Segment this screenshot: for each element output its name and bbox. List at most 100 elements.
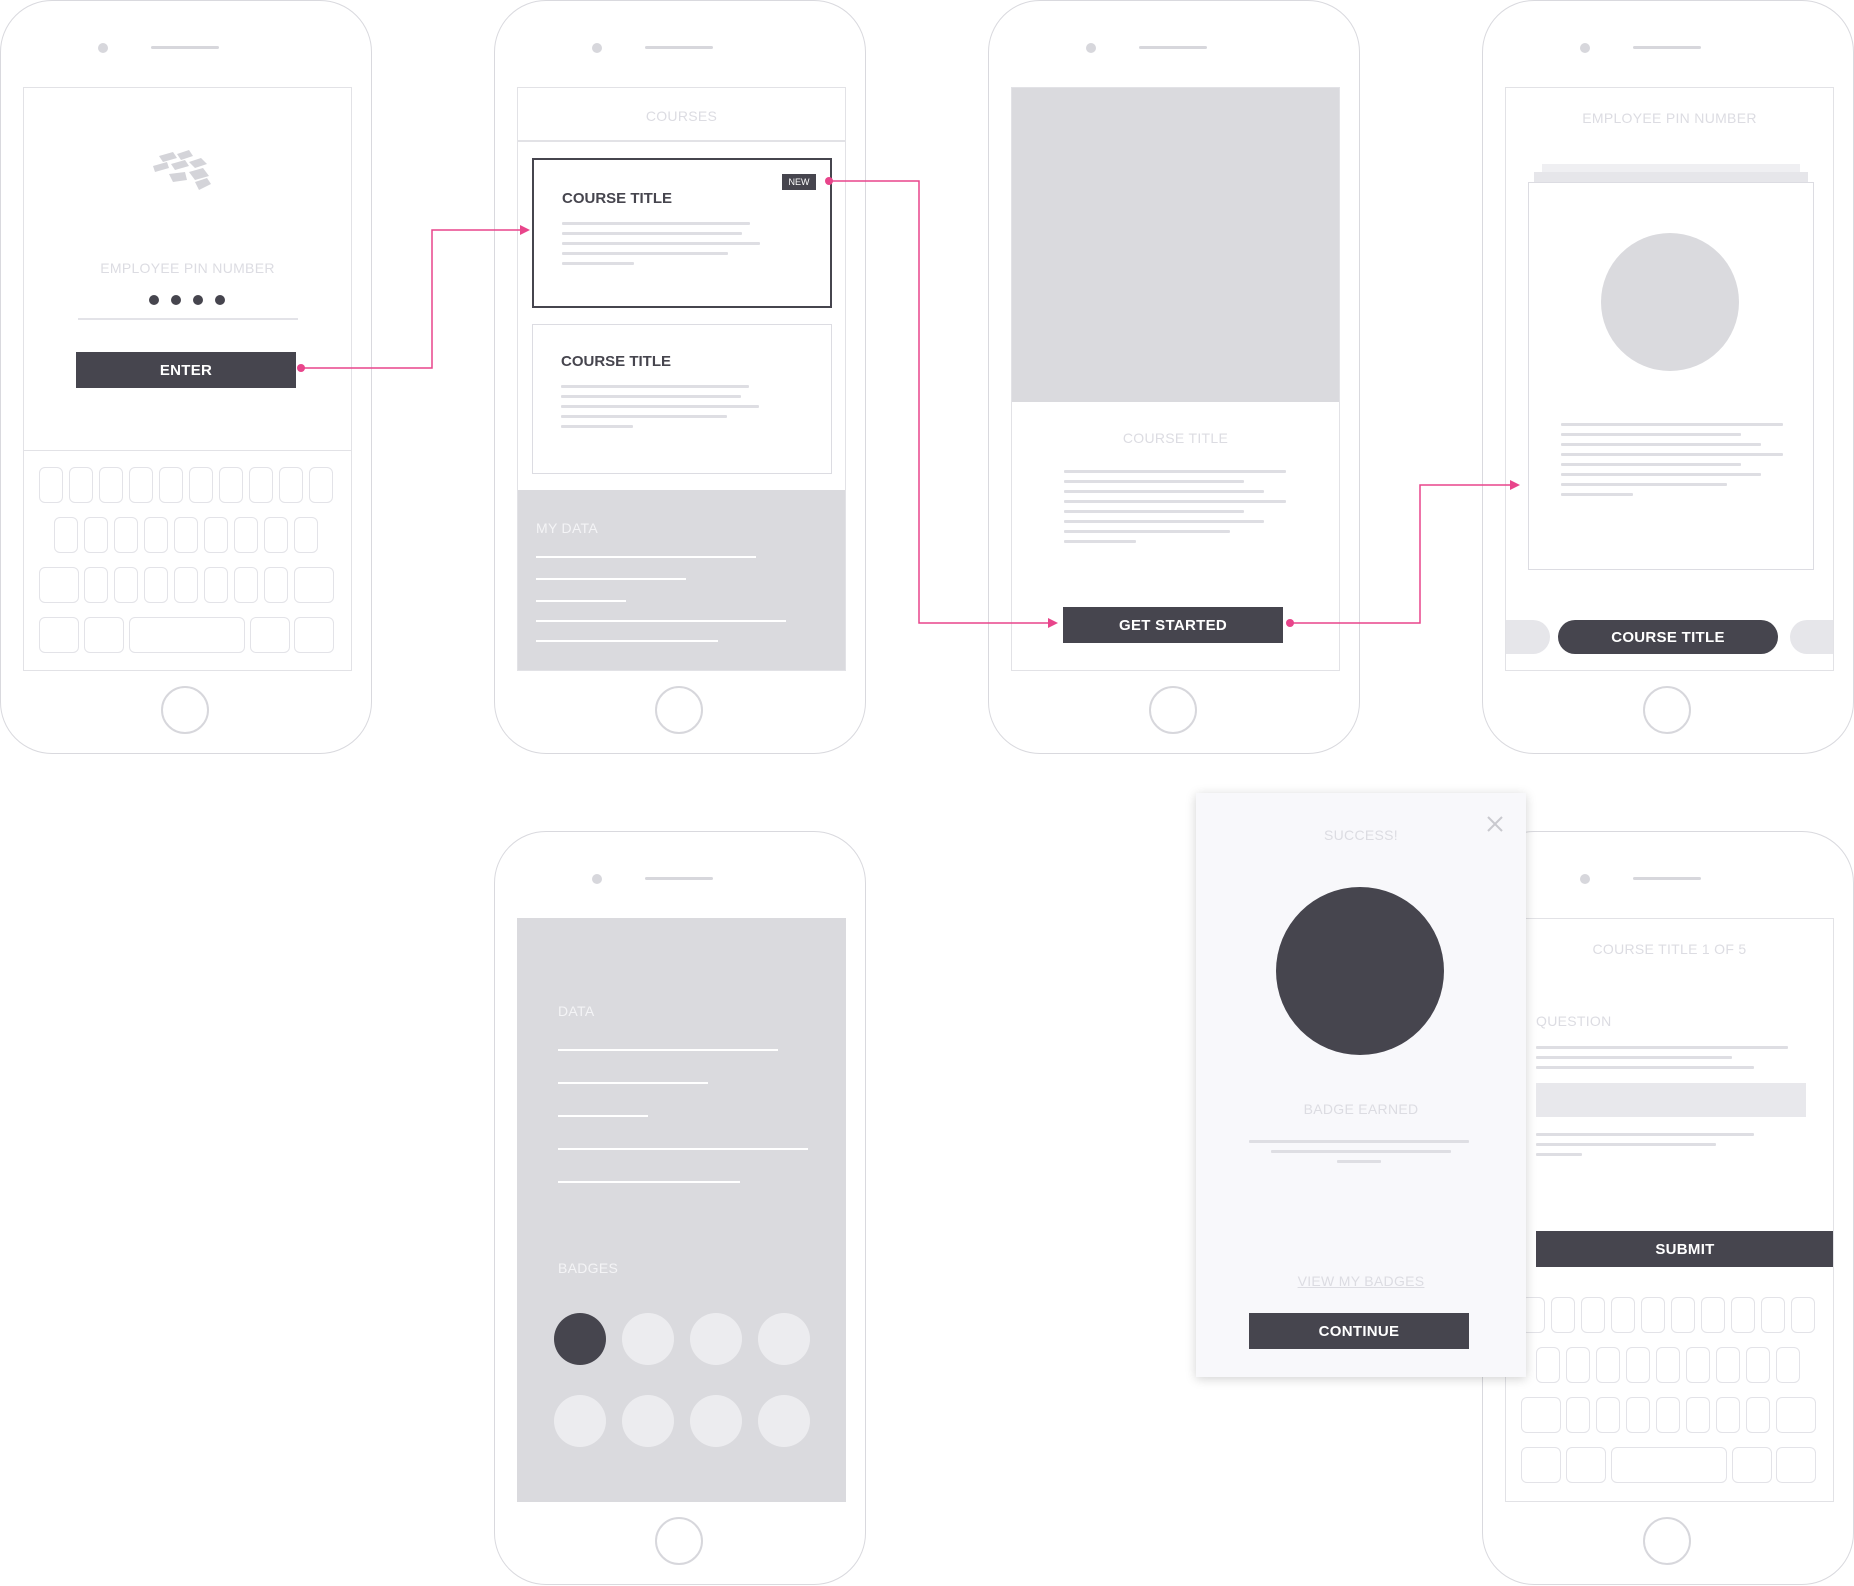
text-placeholder-line: [561, 395, 741, 398]
keyboard-key[interactable]: [114, 567, 138, 603]
keyboard-key[interactable]: [1776, 1347, 1800, 1383]
badge-locked[interactable]: [758, 1313, 810, 1365]
keyboard-key[interactable]: [1626, 1397, 1650, 1433]
home-button[interactable]: [1643, 1517, 1691, 1565]
keyboard-key[interactable]: [250, 617, 290, 653]
keyboard[interactable]: [24, 450, 351, 670]
keyboard-key[interactable]: [1791, 1297, 1815, 1333]
keyboard-key[interactable]: [99, 467, 123, 503]
keyboard-key[interactable]: [1566, 1447, 1606, 1483]
keyboard-key[interactable]: [1776, 1447, 1816, 1483]
prev-course-pill[interactable]: [1506, 620, 1550, 654]
keyboard-key[interactable]: [174, 517, 198, 553]
home-button[interactable]: [655, 686, 703, 734]
keyboard-key[interactable]: [1656, 1347, 1680, 1383]
keyboard-key[interactable]: [54, 517, 78, 553]
quiz-screen: COURSE TITLE 1 OF 5 QUESTION SUBMIT: [1505, 918, 1834, 1502]
keyboard-key[interactable]: [84, 567, 108, 603]
course-card[interactable]: NEW COURSE TITLE: [532, 158, 832, 308]
keyboard-key[interactable]: [1686, 1347, 1710, 1383]
keyboard-key[interactable]: [1641, 1297, 1665, 1333]
keyboard-key[interactable]: [1566, 1347, 1590, 1383]
home-button[interactable]: [1149, 686, 1197, 734]
pin-input-underline[interactable]: [78, 318, 298, 320]
keyboard-key[interactable]: [1611, 1447, 1727, 1483]
badge-locked[interactable]: [690, 1395, 742, 1447]
badge-image: [1276, 887, 1444, 1055]
keyboard-key[interactable]: [1732, 1447, 1772, 1483]
keyboard-key[interactable]: [1626, 1347, 1650, 1383]
keyboard-key[interactable]: [69, 467, 93, 503]
badge-locked[interactable]: [758, 1395, 810, 1447]
keyboard-key[interactable]: [264, 517, 288, 553]
badge-locked[interactable]: [690, 1313, 742, 1365]
keyboard-key[interactable]: [1701, 1297, 1725, 1333]
keyboard-key[interactable]: [294, 567, 334, 603]
phone-login: EMPLOYEE PIN NUMBER ENTER: [0, 0, 372, 754]
keyboard-key[interactable]: [1536, 1347, 1560, 1383]
keyboard-key[interactable]: [1746, 1397, 1770, 1433]
keyboard-key[interactable]: [39, 467, 63, 503]
keyboard-key[interactable]: [129, 467, 153, 503]
answer-input[interactable]: [1536, 1083, 1806, 1117]
course-card[interactable]: COURSE TITLE: [532, 324, 832, 474]
keyboard-key[interactable]: [1761, 1297, 1785, 1333]
home-button[interactable]: [1643, 686, 1691, 734]
keyboard-key[interactable]: [1611, 1297, 1635, 1333]
keyboard-key[interactable]: [1521, 1447, 1561, 1483]
keyboard-key[interactable]: [234, 517, 258, 553]
course-preview-card[interactable]: [1528, 182, 1814, 570]
keyboard-key[interactable]: [39, 567, 79, 603]
keyboard-key[interactable]: [219, 467, 243, 503]
keyboard-key[interactable]: [1566, 1397, 1590, 1433]
keyboard-key[interactable]: [279, 467, 303, 503]
keyboard-key[interactable]: [294, 617, 334, 653]
keyboard-key[interactable]: [234, 567, 258, 603]
keyboard-key[interactable]: [294, 517, 318, 553]
badge-locked[interactable]: [622, 1395, 674, 1447]
keyboard-key[interactable]: [204, 567, 228, 603]
keyboard-key[interactable]: [204, 517, 228, 553]
get-started-button[interactable]: GET STARTED: [1063, 607, 1283, 643]
keyboard-key[interactable]: [114, 517, 138, 553]
keyboard-key[interactable]: [1551, 1297, 1575, 1333]
keyboard-key[interactable]: [84, 617, 124, 653]
badge-locked[interactable]: [622, 1313, 674, 1365]
badge-earned[interactable]: [554, 1313, 606, 1365]
badge-locked[interactable]: [554, 1395, 606, 1447]
continue-button[interactable]: CONTINUE: [1249, 1313, 1469, 1349]
enter-button[interactable]: ENTER: [76, 352, 296, 388]
keyboard-key[interactable]: [144, 517, 168, 553]
keyboard-key[interactable]: [1731, 1297, 1755, 1333]
keyboard-key[interactable]: [1581, 1297, 1605, 1333]
keyboard-key[interactable]: [1596, 1347, 1620, 1383]
view-my-badges-link[interactable]: VIEW MY BADGES: [1196, 1273, 1526, 1289]
keyboard-key[interactable]: [1776, 1397, 1816, 1433]
keyboard-key[interactable]: [249, 467, 273, 503]
course-title: COURSE TITLE: [561, 353, 672, 370]
keyboard-key[interactable]: [144, 567, 168, 603]
next-course-pill[interactable]: [1790, 620, 1833, 654]
keyboard-key[interactable]: [264, 567, 288, 603]
submit-button[interactable]: SUBMIT: [1536, 1231, 1833, 1267]
keyboard-key[interactable]: [84, 517, 108, 553]
keyboard-key[interactable]: [189, 467, 213, 503]
keyboard-key[interactable]: [1746, 1347, 1770, 1383]
home-button[interactable]: [161, 686, 209, 734]
keyboard-key[interactable]: [1716, 1397, 1740, 1433]
pin-label: EMPLOYEE PIN NUMBER: [1582, 110, 1757, 126]
keyboard-key[interactable]: [129, 617, 245, 653]
course-title-button[interactable]: COURSE TITLE: [1558, 620, 1778, 654]
home-button[interactable]: [655, 1517, 703, 1565]
keyboard-key[interactable]: [1596, 1397, 1620, 1433]
keyboard-key[interactable]: [1716, 1347, 1740, 1383]
keyboard-key[interactable]: [1656, 1397, 1680, 1433]
keyboard-key[interactable]: [174, 567, 198, 603]
keyboard-key[interactable]: [39, 617, 79, 653]
keyboard-key[interactable]: [1686, 1397, 1710, 1433]
keyboard[interactable]: [1506, 1281, 1833, 1501]
keyboard-key[interactable]: [1671, 1297, 1695, 1333]
keyboard-key[interactable]: [159, 467, 183, 503]
keyboard-key[interactable]: [1521, 1397, 1561, 1433]
keyboard-key[interactable]: [309, 467, 333, 503]
